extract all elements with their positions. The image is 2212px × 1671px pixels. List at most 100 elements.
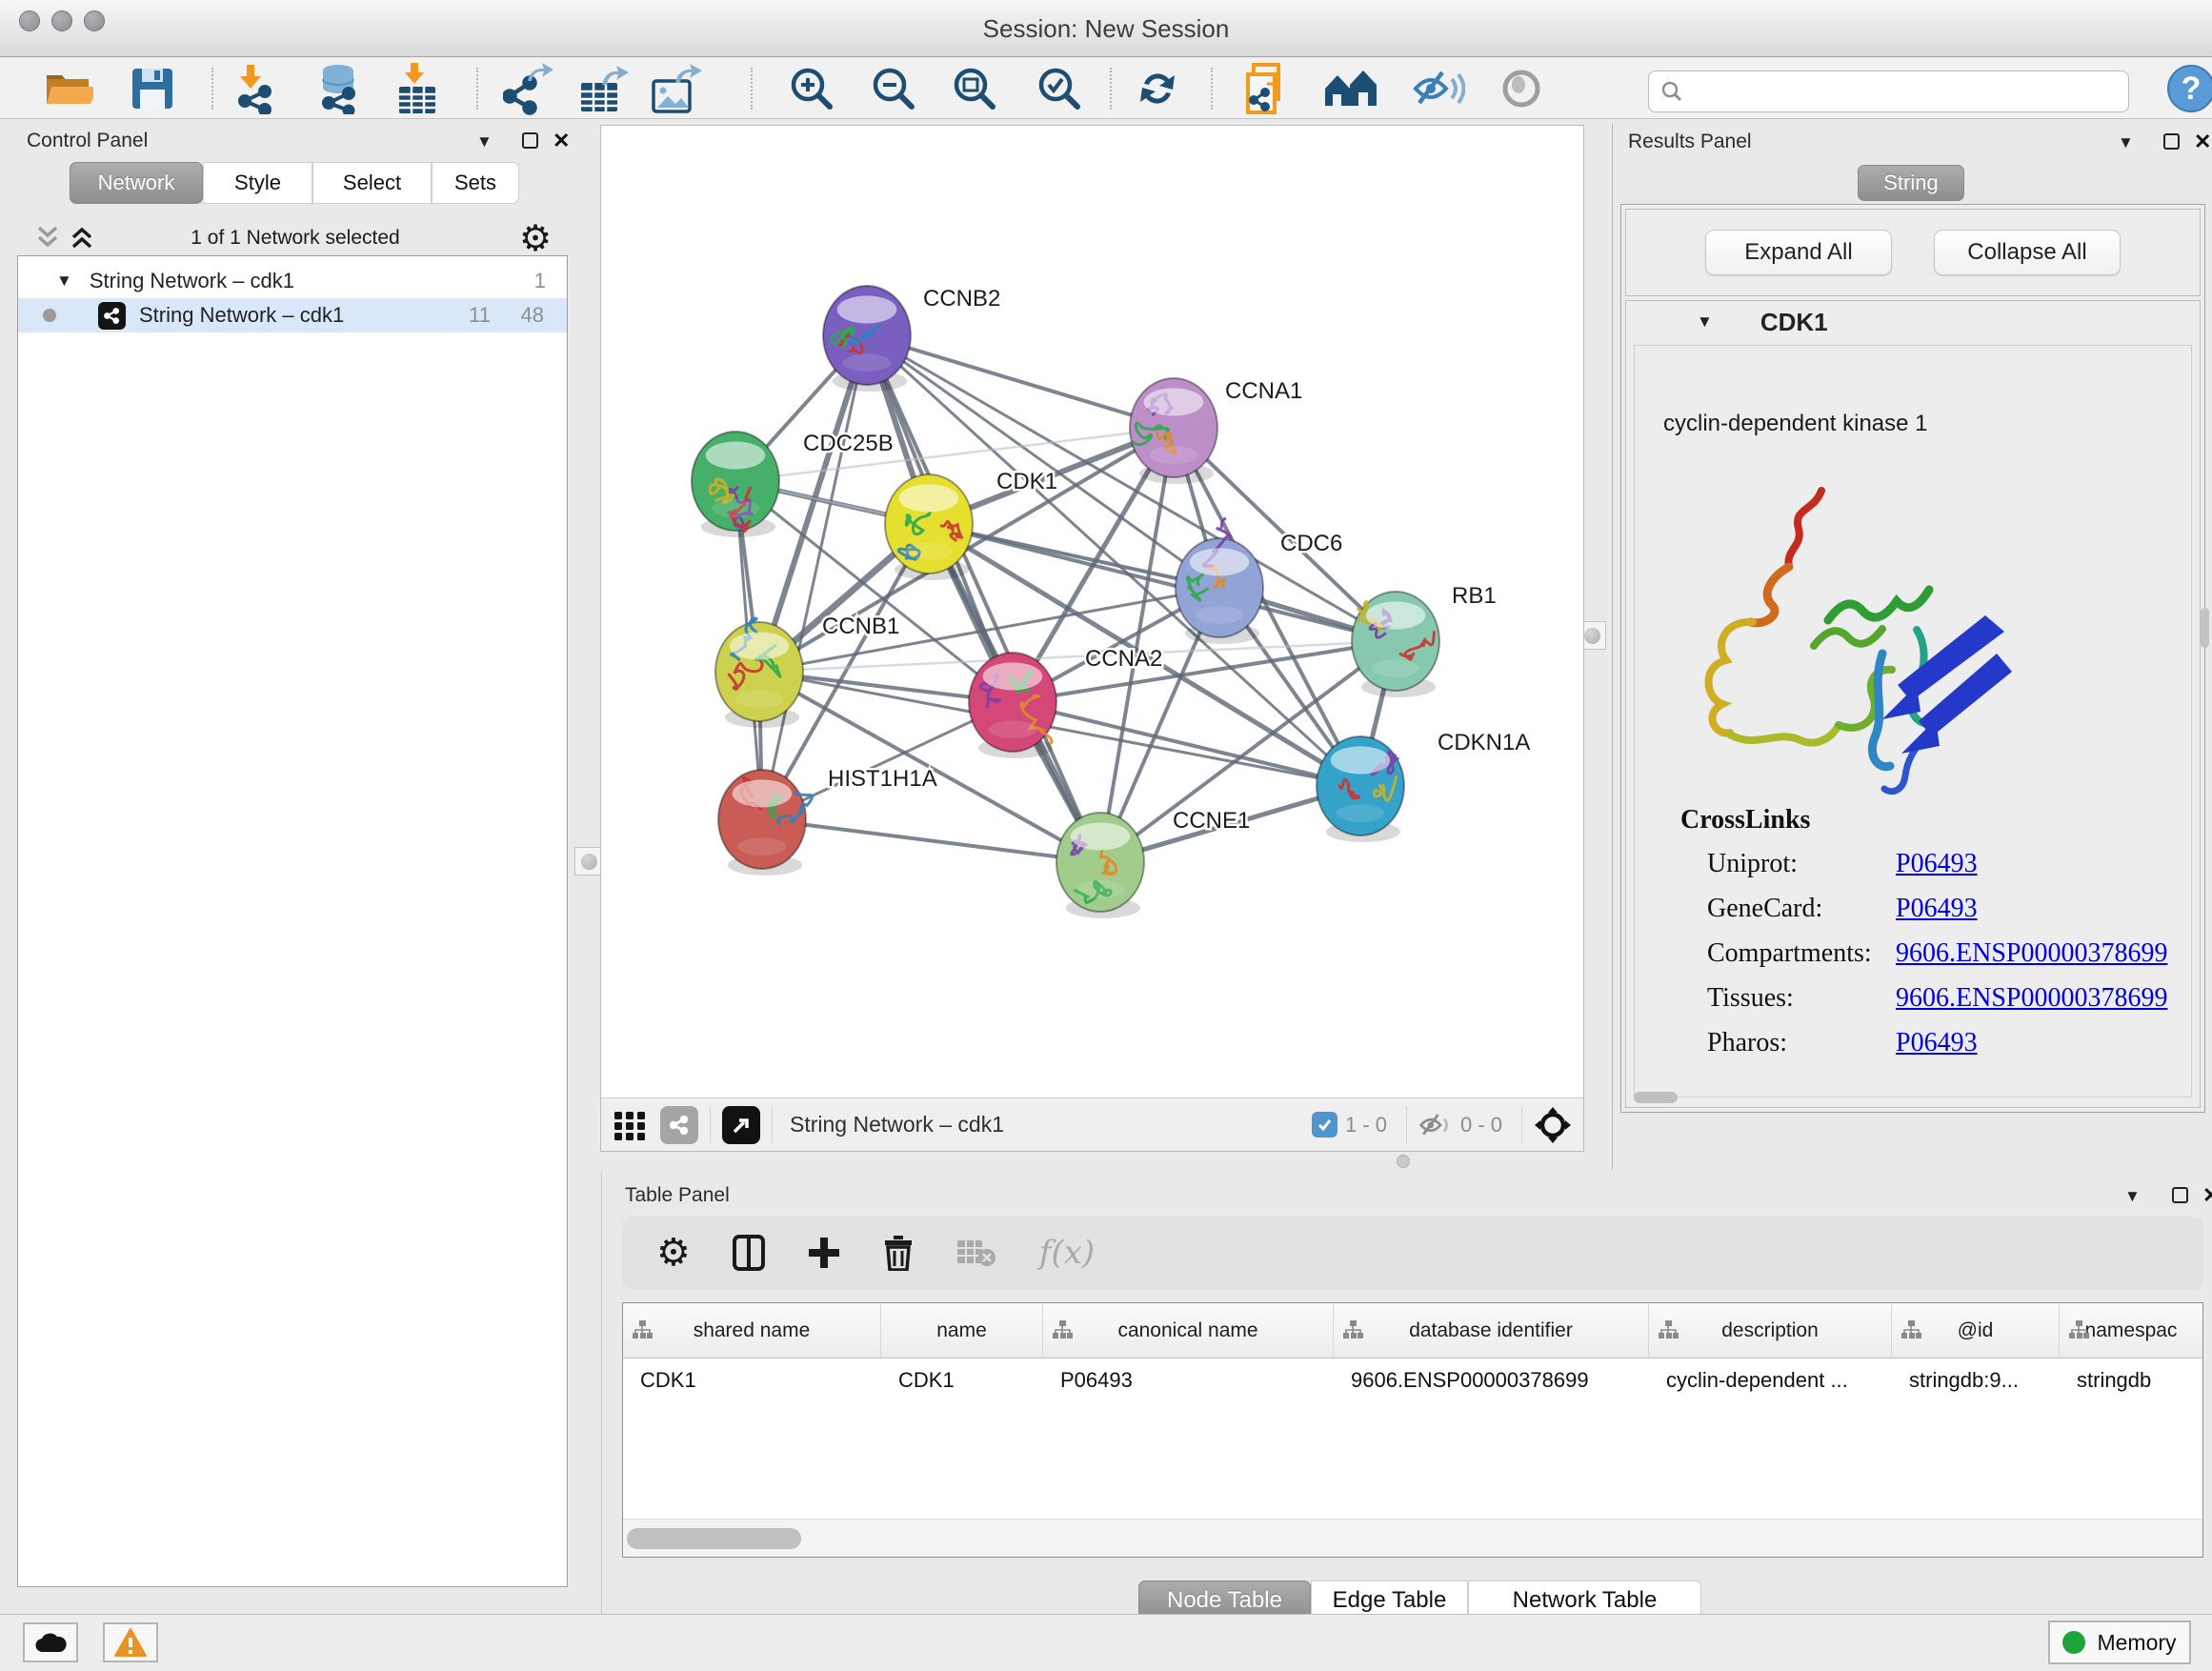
cloud-status-button[interactable] bbox=[23, 1622, 78, 1662]
add-column-icon[interactable] bbox=[807, 1236, 841, 1270]
expand-all-networks-button[interactable] bbox=[69, 225, 95, 250]
crosslink-link[interactable]: 9606.ENSP00000378699 bbox=[1896, 983, 2167, 1014]
string-results-container: Expand All Collapse All ▼ CDK1 cyclin-de… bbox=[1620, 204, 2205, 1113]
section-expander-icon[interactable]: ▼ bbox=[1697, 312, 1713, 332]
protein-section-header[interactable]: ▼ CDK1 bbox=[1626, 301, 2200, 343]
zoom-in-button[interactable] bbox=[782, 62, 841, 115]
help-button[interactable]: ? bbox=[2162, 62, 2212, 115]
graph-node-HIST1H1A[interactable]: HIST1H1A bbox=[718, 766, 937, 876]
birds-eye-view-icon[interactable] bbox=[660, 1106, 698, 1144]
cell-name[interactable]: CDK1 bbox=[881, 1368, 1043, 1393]
cloud-icon bbox=[34, 1631, 67, 1654]
cell-database-identifier[interactable]: 9606.ENSP00000378699 bbox=[1334, 1368, 1649, 1393]
tab-sets[interactable]: Sets bbox=[432, 162, 519, 204]
column-header[interactable]: description bbox=[1649, 1303, 1892, 1358]
import-table-from-file-button[interactable] bbox=[388, 62, 447, 115]
tab-string[interactable]: String bbox=[1858, 165, 1964, 201]
memory-button[interactable]: Memory bbox=[2048, 1621, 2191, 1664]
collapse-all-button[interactable]: Collapse All bbox=[1934, 230, 2121, 275]
double-chevron-up-icon bbox=[69, 225, 95, 250]
search-input[interactable] bbox=[1693, 78, 2117, 105]
close-panel-icon[interactable]: ✕ bbox=[2194, 133, 2211, 151]
table-row[interactable]: CDK1 CDK1 P06493 9606.ENSP00000378699 cy… bbox=[623, 1359, 2202, 1402]
network-list: ▼ String Network – cdk1 1 String Network… bbox=[17, 255, 568, 1587]
network-view[interactable]: CCNB2CCNA1CDC25BCDK1CDC6RB1CCNB1CCNA2CDK… bbox=[600, 125, 1584, 1152]
update-button[interactable] bbox=[1128, 62, 1187, 115]
hidden-items-icon bbox=[1418, 1111, 1453, 1139]
column-header[interactable]: name bbox=[881, 1303, 1043, 1358]
float-panel-icon[interactable]: ▼ bbox=[476, 134, 493, 150]
cell-shared-name[interactable]: CDK1 bbox=[623, 1368, 881, 1393]
home-panel-button[interactable] bbox=[1321, 62, 1380, 115]
hide-panel-button[interactable] bbox=[1409, 62, 1468, 115]
column-header[interactable]: shared name bbox=[623, 1303, 881, 1358]
cell-canonical-name[interactable]: P06493 bbox=[1043, 1368, 1334, 1393]
show-columns-icon[interactable] bbox=[733, 1235, 765, 1271]
network-row-selected[interactable]: String Network – cdk1 11 48 bbox=[18, 298, 567, 332]
zoom-selected-button[interactable] bbox=[1030, 62, 1089, 115]
close-panel-icon[interactable]: ✕ bbox=[2202, 1187, 2212, 1204]
refresh-icon bbox=[1134, 65, 1181, 112]
reposition-crosshair-icon[interactable] bbox=[1534, 1106, 1572, 1144]
warnings-button[interactable] bbox=[103, 1622, 158, 1662]
cell-description[interactable]: cyclin-dependent ... bbox=[1649, 1368, 1892, 1393]
tab-style[interactable]: Style bbox=[203, 162, 312, 204]
horizontal-scrollbar-thumb[interactable] bbox=[1634, 1092, 1678, 1103]
collapse-all-networks-button[interactable] bbox=[34, 225, 61, 250]
import-network-from-file-button[interactable] bbox=[228, 62, 287, 115]
zoom-fit-button[interactable] bbox=[945, 62, 1004, 115]
column-header[interactable]: database identifier bbox=[1334, 1303, 1649, 1358]
collection-expander-icon[interactable]: ▼ bbox=[56, 272, 72, 291]
zoom-selected-icon bbox=[1036, 65, 1083, 112]
table-options-gear-icon[interactable]: ⚙ bbox=[656, 1231, 691, 1275]
maximize-panel-icon[interactable] bbox=[2163, 133, 2180, 150]
scrollbar-thumb[interactable] bbox=[627, 1528, 801, 1549]
table-panel-splitter-dot[interactable] bbox=[1397, 1155, 1410, 1168]
cell-id[interactable]: stringdb:9... bbox=[1892, 1368, 2060, 1393]
graph-node-RB1[interactable]: RB1 bbox=[1352, 583, 1497, 697]
graph-node-CDKN1A[interactable]: CDKN1A bbox=[1317, 730, 1530, 842]
tab-network[interactable]: Network bbox=[70, 162, 203, 204]
maximize-panel-icon[interactable] bbox=[2172, 1187, 2188, 1203]
graph-node-CDC25B[interactable]: CDC25B bbox=[692, 431, 894, 537]
export-table-button[interactable] bbox=[575, 62, 634, 115]
selected-indicator-checkbox[interactable] bbox=[1312, 1112, 1337, 1137]
network-graph-canvas[interactable]: CCNB2CCNA1CDC25BCDK1CDC6RB1CCNB1CCNA2CDK… bbox=[601, 126, 1583, 1097]
nav-separator bbox=[1521, 1107, 1522, 1143]
crosslink-link[interactable]: P06493 bbox=[1896, 849, 1978, 879]
eye-button[interactable] bbox=[1492, 62, 1551, 115]
graph-node-CDK1[interactable]: CDK1 bbox=[885, 469, 1057, 580]
zoom-out-button[interactable] bbox=[864, 62, 923, 115]
view-grid-icon[interactable] bbox=[613, 1108, 647, 1142]
crosslink-link[interactable]: 9606.ENSP00000378699 bbox=[1896, 938, 2167, 969]
expand-all-button[interactable]: Expand All bbox=[1705, 230, 1892, 275]
export-network-button[interactable] bbox=[499, 62, 558, 115]
crosslink-link[interactable]: P06493 bbox=[1896, 894, 1978, 924]
results-vertical-scrollbar-thumb[interactable] bbox=[2201, 608, 2209, 648]
graph-node-CDC6[interactable]: CDC6 bbox=[1176, 519, 1342, 644]
column-header[interactable]: namespac bbox=[2060, 1303, 2202, 1358]
column-header[interactable]: canonical name bbox=[1043, 1303, 1334, 1358]
tab-select[interactable]: Select bbox=[312, 162, 432, 204]
crosslink-row: Pharos: P06493 bbox=[1707, 1028, 1787, 1066]
float-panel-icon[interactable]: ▼ bbox=[2118, 135, 2134, 151]
graph-node-label: CDC25B bbox=[803, 431, 894, 456]
network-collection-row[interactable]: ▼ String Network – cdk1 1 bbox=[18, 264, 567, 298]
table-horizontal-scrollbar[interactable] bbox=[623, 1519, 2202, 1557]
open-file-button[interactable] bbox=[39, 62, 98, 115]
left-splitter-handle[interactable] bbox=[574, 847, 603, 876]
float-panel-icon[interactable]: ▼ bbox=[2124, 1189, 2141, 1204]
protein-structure-image bbox=[1661, 460, 2061, 803]
network-options-gear-icon[interactable]: ⚙ bbox=[519, 217, 552, 259]
detach-view-icon[interactable] bbox=[722, 1106, 760, 1144]
delete-column-trash-icon[interactable] bbox=[883, 1235, 914, 1271]
crosslink-link[interactable]: P06493 bbox=[1896, 1028, 1978, 1058]
cell-namespace[interactable]: stringdb bbox=[2060, 1368, 2202, 1393]
export-image-button[interactable] bbox=[647, 62, 706, 115]
save-session-button[interactable] bbox=[123, 62, 182, 115]
clone-network-button[interactable] bbox=[1238, 62, 1297, 115]
close-panel-icon[interactable]: ✕ bbox=[553, 132, 570, 150]
import-network-from-database-button[interactable] bbox=[309, 62, 368, 115]
column-header[interactable]: @id bbox=[1892, 1303, 2060, 1358]
maximize-panel-icon[interactable] bbox=[522, 132, 538, 149]
